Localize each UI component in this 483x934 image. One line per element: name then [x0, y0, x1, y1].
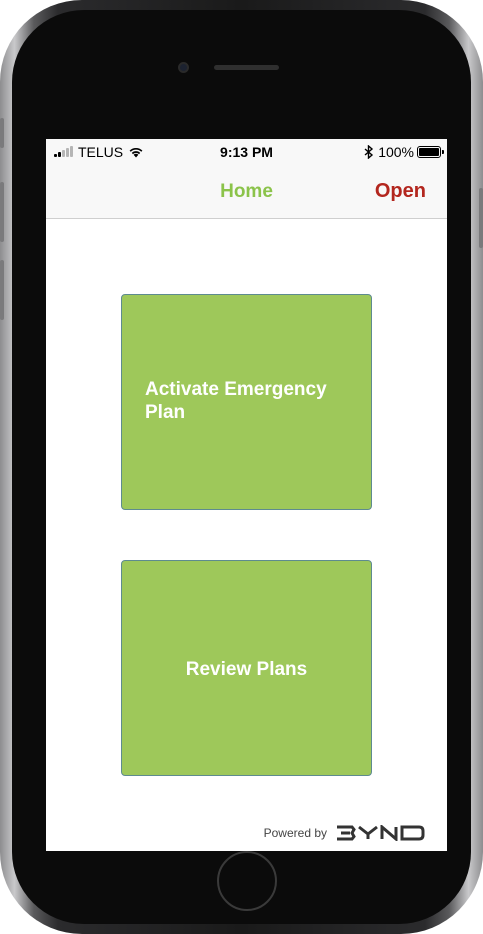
mute-switch	[0, 118, 4, 148]
bluetooth-icon	[364, 145, 374, 159]
review-plans-label: Review Plans	[185, 659, 308, 680]
bynd-logo	[337, 825, 425, 841]
earpiece-speaker	[214, 65, 279, 70]
open-button[interactable]: Open	[375, 180, 426, 203]
activate-emergency-plan-label: Activate Emergency Plan	[145, 379, 327, 423]
volume-down-button	[0, 260, 4, 320]
footer: Powered by	[264, 825, 437, 841]
powered-by-text: Powered by	[263, 826, 327, 840]
home-button[interactable]	[217, 851, 277, 911]
status-bar: TELUS 9:13 PM 100%	[46, 139, 447, 167]
app-screen: TELUS 9:13 PM 100% Home Open Activate Em…	[46, 139, 447, 851]
front-camera	[178, 62, 189, 73]
activate-emergency-plan-button[interactable]: Activate Emergency Plan	[121, 294, 372, 510]
battery-percentage: 100%	[378, 144, 414, 160]
battery-icon	[417, 146, 444, 158]
power-button	[479, 188, 483, 248]
volume-up-button	[0, 182, 4, 242]
navigation-bar: Home Open	[46, 167, 447, 219]
status-right: 100%	[364, 144, 444, 160]
review-plans-button[interactable]: Review Plans	[121, 560, 372, 776]
